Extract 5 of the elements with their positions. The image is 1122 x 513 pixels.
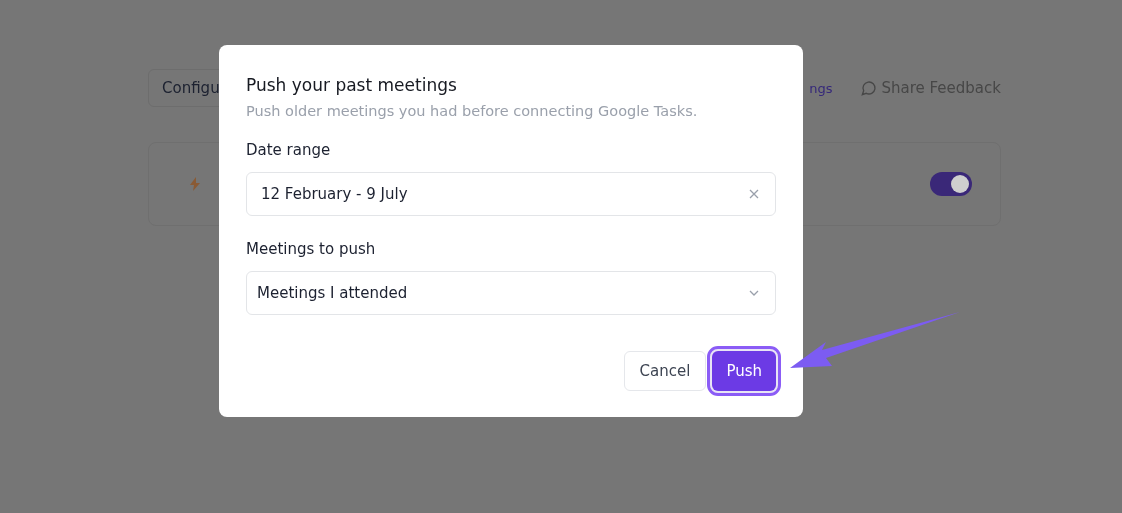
cancel-button[interactable]: Cancel [623,351,707,391]
field-label: Date range [246,141,332,159]
date-range-field[interactable]: 12 February - 9 July [246,172,776,216]
meetings-select[interactable]: Meetings I attended [246,271,776,315]
field-label: Meetings to push [246,240,377,258]
